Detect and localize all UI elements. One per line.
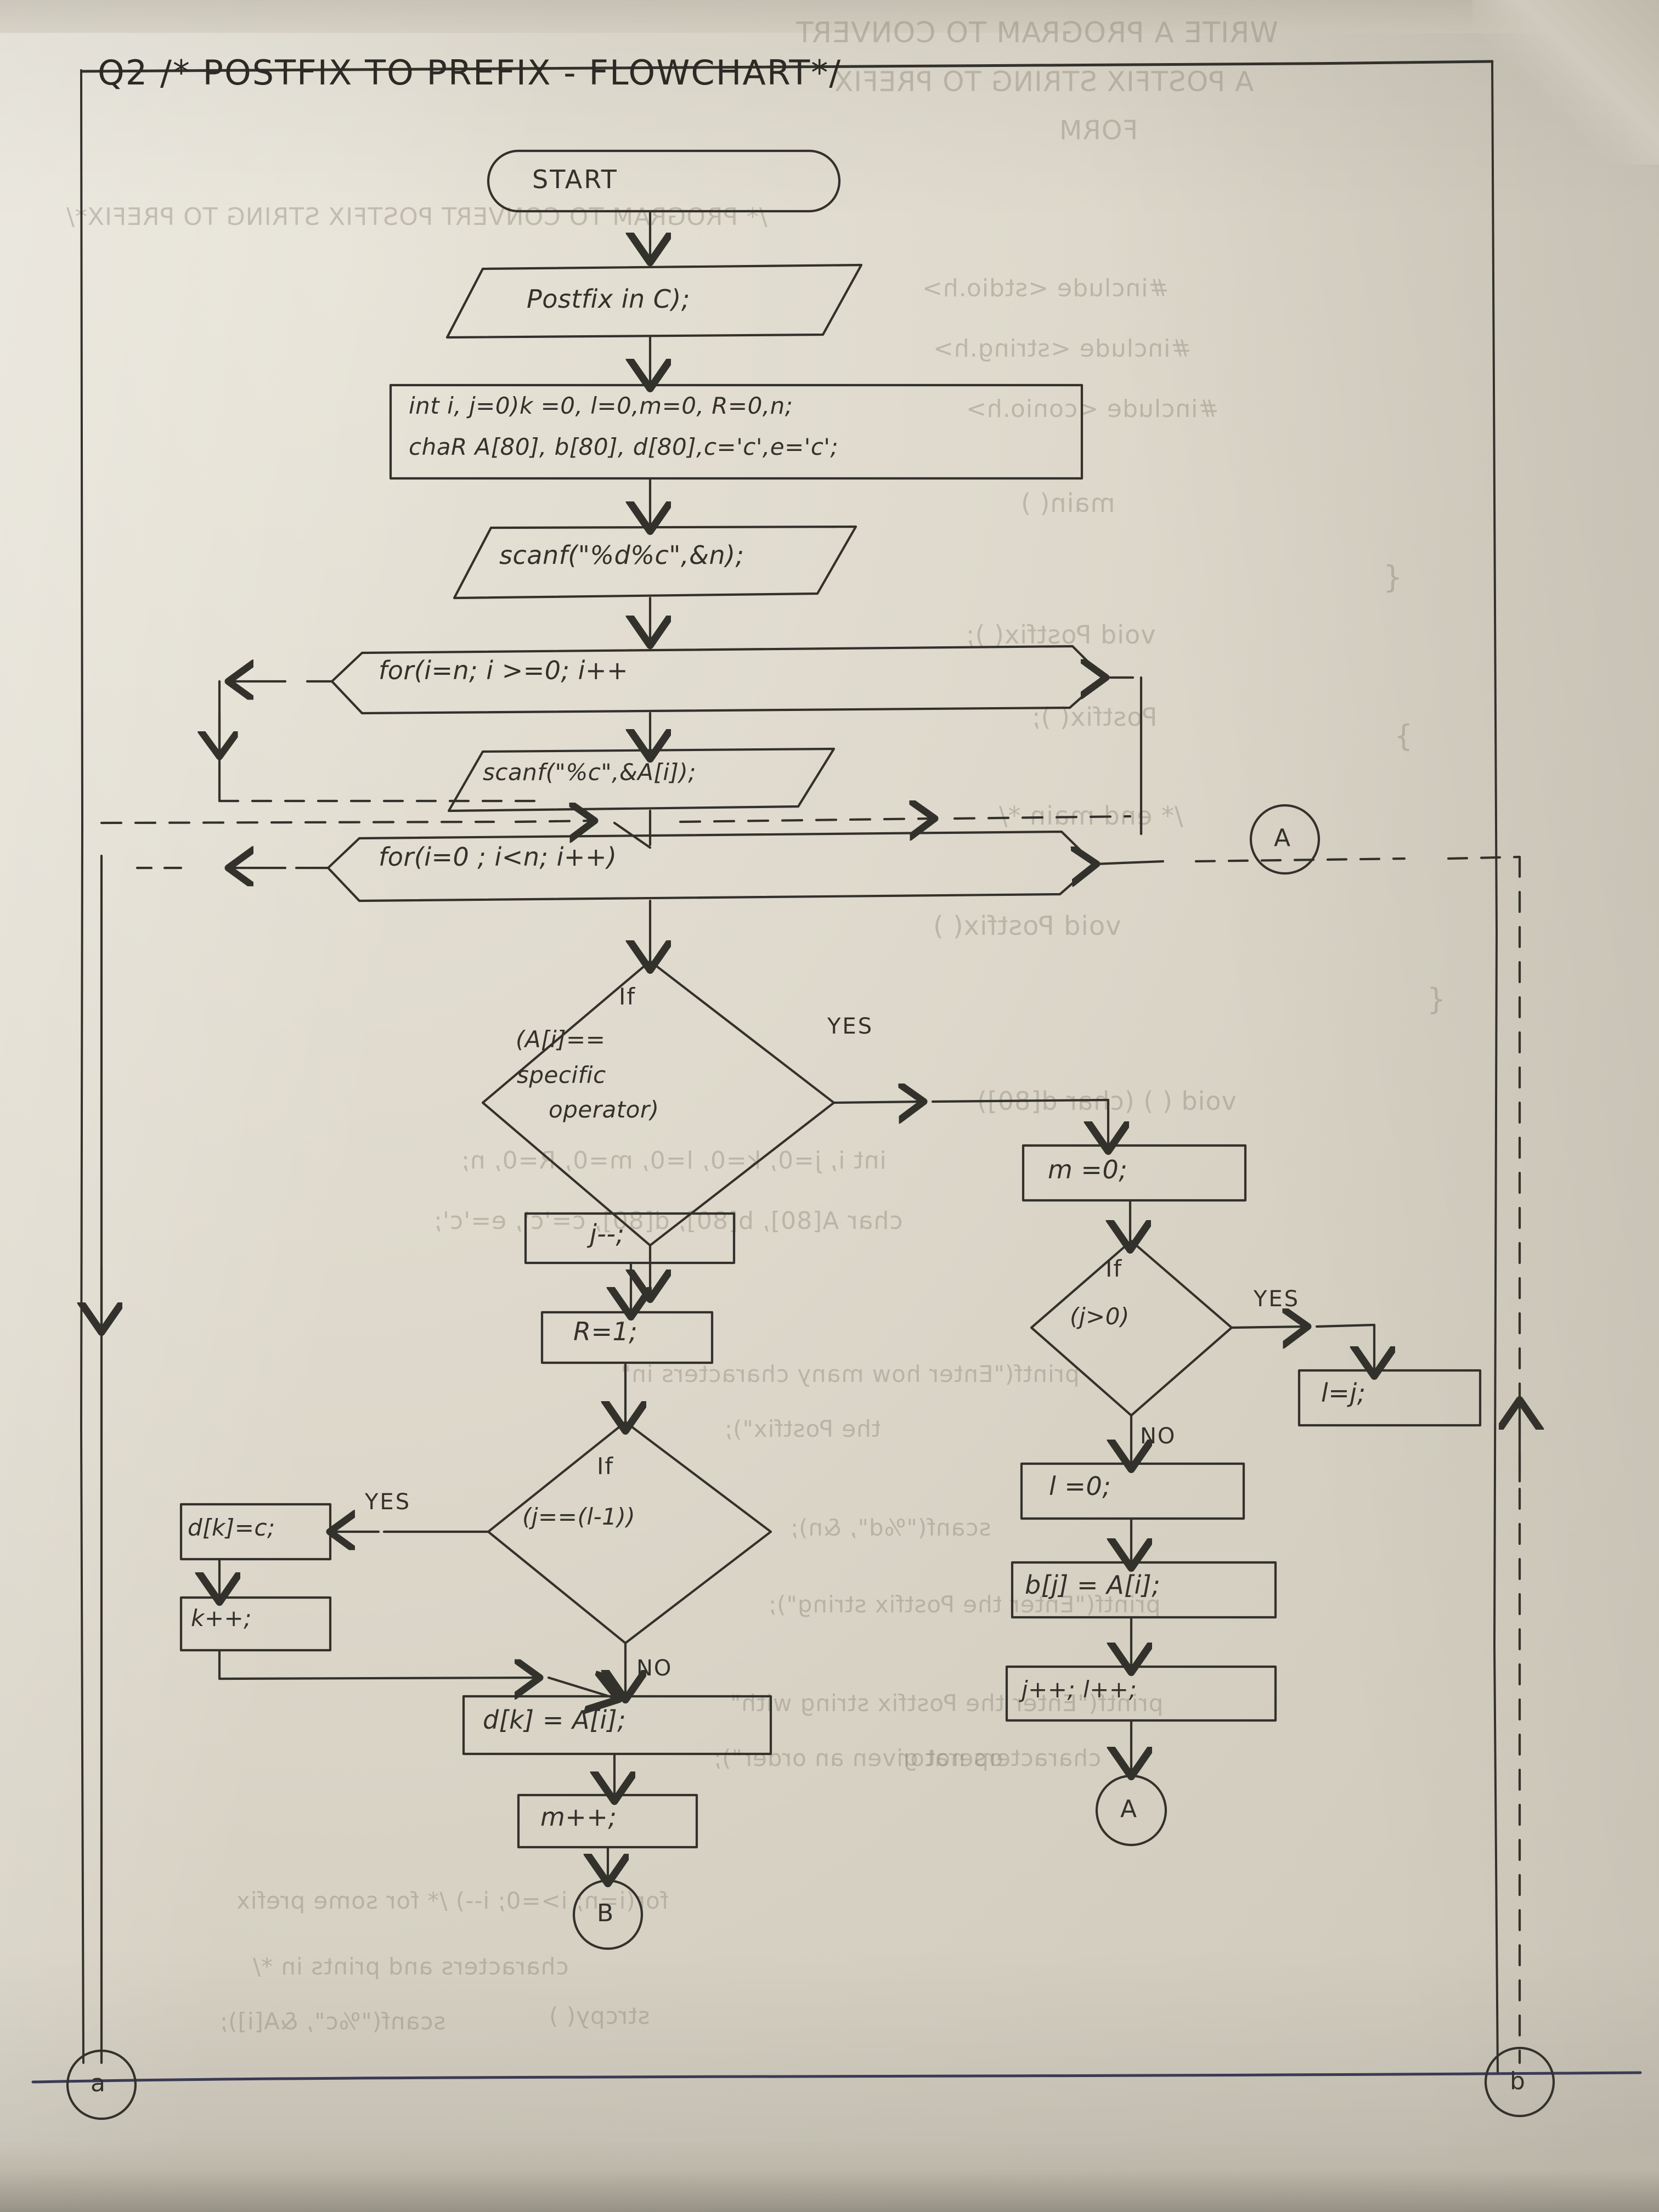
node-postfix-call-label: Postfix in C); [527,284,690,314]
node-l-eq-j-label: l=j; [1321,1378,1366,1408]
edge-label-no-j-eq-l: NO [636,1656,673,1681]
connector-a-right-label: A [1274,824,1291,852]
node-for-loop-1-label: for(i=n; i >=0; i++ [379,656,629,685]
node-m-assign-zero-label: m =0; [1048,1155,1128,1184]
edge-label-yes-j-eq-l: YES [365,1489,411,1515]
flowchart-drawing [31,60,1642,2120]
node-b-j-eq-a-i-label: b[j] = A[i]; [1025,1570,1161,1600]
node-d-k-eq-a-i-label: d[k] = A[i]; [483,1705,627,1735]
edge-label-yes-operator: YES [827,1014,874,1039]
node-d-k-eq-c-label: d[k]=c; [188,1514,275,1541]
connector-b-lower-right-label: b [1510,2067,1526,2095]
node-scanf-a-label: scanf("%c",&A[i]); [483,759,696,786]
node-m-increment-label: m++; [540,1802,617,1832]
node-j-l-increment-label: j++; l++; [1022,1676,1137,1703]
connector-a-lower-left-label: a [91,2069,106,2097]
node-declarations-line1: int i, j=0)k =0, l=0,m=0, R=0,n; [409,392,793,419]
connector-a-bottom-label: A [1120,1795,1137,1823]
node-if-operator-line3: specific [517,1062,606,1088]
node-for-loop-2-label: for(i=0 ; i<n; i++) [379,842,617,872]
edge-label-no-j-gt-0: NO [1140,1424,1176,1449]
node-if-j-eq-l-line2: (j==(l-1)) [522,1503,636,1530]
node-if-operator-line4: operator) [549,1096,659,1123]
connector-b-label: B [597,1899,614,1927]
node-declarations-line2: chaR A[80], b[80], d[80],c='c',e='c'; [409,433,839,460]
node-if-operator-line1: If [619,983,636,1010]
node-k-increment-label: k++; [191,1605,252,1632]
node-r-assign-label: R=1; [573,1317,638,1346]
page-title: Q2 /* POSTFIX TO PREFIX - FLOWCHART*/ [98,53,842,93]
notebook-page: WRITE A PROGRAM TO CONVERT A POSTFIX STR… [0,0,1659,2212]
node-if-operator-line2: (A[i]== [516,1026,606,1053]
node-if-j-gt-0-line1: If [1105,1255,1123,1282]
node-l-eq-zero-label: l =0; [1049,1471,1111,1501]
node-start-label: START [532,165,618,194]
node-j-decrement-label: j--; [590,1219,625,1249]
node-if-j-eq-l-line1: If [597,1453,614,1480]
node-scanf-n-label: scanf("%d%c",&n); [499,540,744,570]
node-if-j-gt-0-line2: (j>0) [1070,1303,1130,1330]
edge-label-yes-j-gt-0: YES [1254,1286,1300,1312]
